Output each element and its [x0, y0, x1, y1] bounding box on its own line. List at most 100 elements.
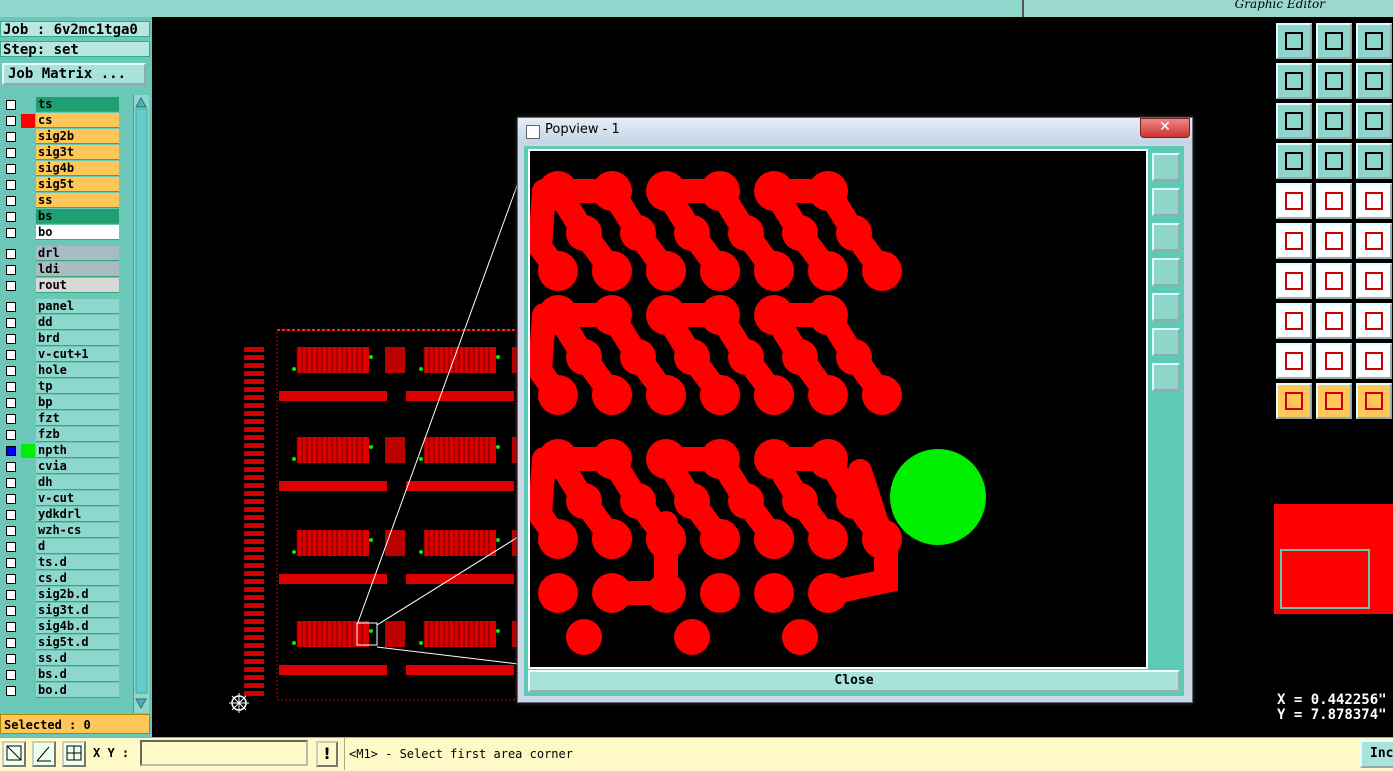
layer-checkbox[interactable] [6, 622, 16, 632]
layer-color-swatch[interactable] [21, 556, 35, 570]
move-icon[interactable] [1276, 223, 1312, 259]
layer-row-ldi[interactable]: ldi [2, 262, 121, 278]
snap-mode-icon[interactable] [2, 741, 26, 767]
layer-color-swatch[interactable] [21, 588, 35, 602]
zoom-out-icon[interactable] [1152, 363, 1180, 391]
right-icon[interactable] [1316, 63, 1352, 99]
layer-checkbox[interactable] [6, 430, 16, 440]
layer-checkbox[interactable] [6, 302, 16, 312]
layer-row-sig4b[interactable]: sig4b [2, 161, 121, 177]
layer-color-swatch[interactable] [21, 636, 35, 650]
zoom-in-icon[interactable] [1152, 328, 1180, 356]
arc-select-icon[interactable] [1316, 183, 1352, 219]
layer-row-dd[interactable]: dd [2, 315, 121, 331]
layer-color-swatch[interactable] [21, 492, 35, 506]
trace-cut-icon[interactable] [1316, 303, 1352, 339]
layer-checkbox[interactable] [6, 446, 16, 456]
key-icon[interactable] [1316, 143, 1352, 179]
layer-checkbox[interactable] [6, 212, 16, 222]
layer-row-tp[interactable]: tp [2, 379, 121, 395]
xy-input[interactable] [140, 740, 308, 766]
popview-titlebar[interactable]: Popview - 1 ✕ [518, 118, 1192, 144]
layer-list-scrollbar[interactable] [133, 95, 149, 713]
window-close-button[interactable]: ✕ [1140, 118, 1190, 138]
layer-checkbox[interactable] [6, 350, 16, 360]
layer-color-swatch[interactable] [21, 604, 35, 618]
left-icon[interactable] [1276, 63, 1312, 99]
layer-checkbox[interactable] [6, 132, 16, 142]
layer-row-brd[interactable]: brd [2, 331, 121, 347]
layer-checkbox[interactable] [6, 526, 16, 536]
layer-row-sig3t[interactable]: sig3t [2, 145, 121, 161]
pad-move-icon[interactable] [1276, 303, 1312, 339]
layer-checkbox[interactable] [6, 196, 16, 206]
layer-color-swatch[interactable] [21, 476, 35, 490]
layer-checkbox[interactable] [6, 558, 16, 568]
layer-color-swatch[interactable] [21, 364, 35, 378]
layer-row-bp[interactable]: bp [2, 395, 121, 411]
layer-checkbox[interactable] [6, 654, 16, 664]
layer-color-swatch[interactable] [21, 300, 35, 314]
layer-color-swatch[interactable] [21, 114, 35, 128]
layer-checkbox[interactable] [6, 249, 16, 259]
layer-row-wzh-cs[interactable]: wzh-cs [2, 523, 121, 539]
layer-color-swatch[interactable] [21, 332, 35, 346]
layer-row-sig5t[interactable]: sig5t [2, 177, 121, 193]
layer-checkbox[interactable] [6, 606, 16, 616]
layer-checkbox[interactable] [6, 180, 16, 190]
layer-row-bs.d[interactable]: bs.d [2, 667, 121, 683]
layer-row-v-cut[interactable]: v-cut [2, 491, 121, 507]
pointer-box-icon[interactable] [1316, 383, 1352, 419]
layer-color-swatch[interactable] [21, 178, 35, 192]
layer-checkbox[interactable] [6, 670, 16, 680]
pointer-mark-icon[interactable] [1356, 383, 1392, 419]
layer-row-dh[interactable]: dh [2, 475, 121, 491]
layer-row-cvia[interactable]: cvia [2, 459, 121, 475]
layer-checkbox[interactable] [6, 318, 16, 328]
layer-color-swatch[interactable] [21, 460, 35, 474]
popview-canvas[interactable] [527, 149, 1148, 669]
layer-color-swatch[interactable] [21, 572, 35, 586]
angle-mode-icon[interactable] [32, 741, 56, 767]
layer-row-sig2b.d[interactable]: sig2b.d [2, 587, 121, 603]
layer-checkbox[interactable] [6, 686, 16, 696]
delete-icon[interactable] [1316, 223, 1352, 259]
layer-checkbox[interactable] [6, 382, 16, 392]
layer-checkbox[interactable] [6, 366, 16, 376]
layer-row-sig3t.d[interactable]: sig3t.d [2, 603, 121, 619]
layer-checkbox[interactable] [6, 574, 16, 584]
layer-checkbox[interactable] [6, 164, 16, 174]
layers-icon[interactable] [1356, 143, 1392, 179]
layer-color-swatch[interactable] [21, 316, 35, 330]
text-red-icon[interactable] [1276, 343, 1312, 379]
layer-checkbox[interactable] [6, 510, 16, 520]
inc-button[interactable]: Inc [1360, 740, 1393, 768]
layer-checkbox[interactable] [6, 100, 16, 110]
grid-mode-icon[interactable] [62, 741, 86, 767]
settings-icon[interactable] [1276, 143, 1312, 179]
layer-checkbox[interactable] [6, 265, 16, 275]
layer-color-swatch[interactable] [21, 444, 35, 458]
layer-row-ss[interactable]: ss [2, 193, 121, 209]
layer-row-hole[interactable]: hole [2, 363, 121, 379]
layer-row-sig5t.d[interactable]: sig5t.d [2, 635, 121, 651]
layer-row-cs.d[interactable]: cs.d [2, 571, 121, 587]
layer-row-npth[interactable]: npth [2, 443, 121, 459]
layer-color-swatch[interactable] [21, 210, 35, 224]
layer-checkbox[interactable] [6, 148, 16, 158]
layer-row-drl[interactable]: drl [2, 246, 121, 262]
layer-checkbox[interactable] [6, 638, 16, 648]
route-blue-icon[interactable] [1316, 263, 1352, 299]
layer-checkbox[interactable] [6, 398, 16, 408]
snap-icon[interactable] [1316, 23, 1352, 59]
layer-row-d[interactable]: d [2, 539, 121, 555]
layer-row-fzb[interactable]: fzb [2, 427, 121, 443]
layer-color-swatch[interactable] [21, 524, 35, 538]
layer-checkbox[interactable] [6, 542, 16, 552]
pointer-icon[interactable] [1276, 383, 1312, 419]
layer-color-swatch[interactable] [21, 380, 35, 394]
layer-row-cs[interactable]: cs [2, 113, 121, 129]
layer-checkbox[interactable] [6, 494, 16, 504]
house-icon[interactable] [1356, 23, 1392, 59]
layer-row-ts.d[interactable]: ts.d [2, 555, 121, 571]
